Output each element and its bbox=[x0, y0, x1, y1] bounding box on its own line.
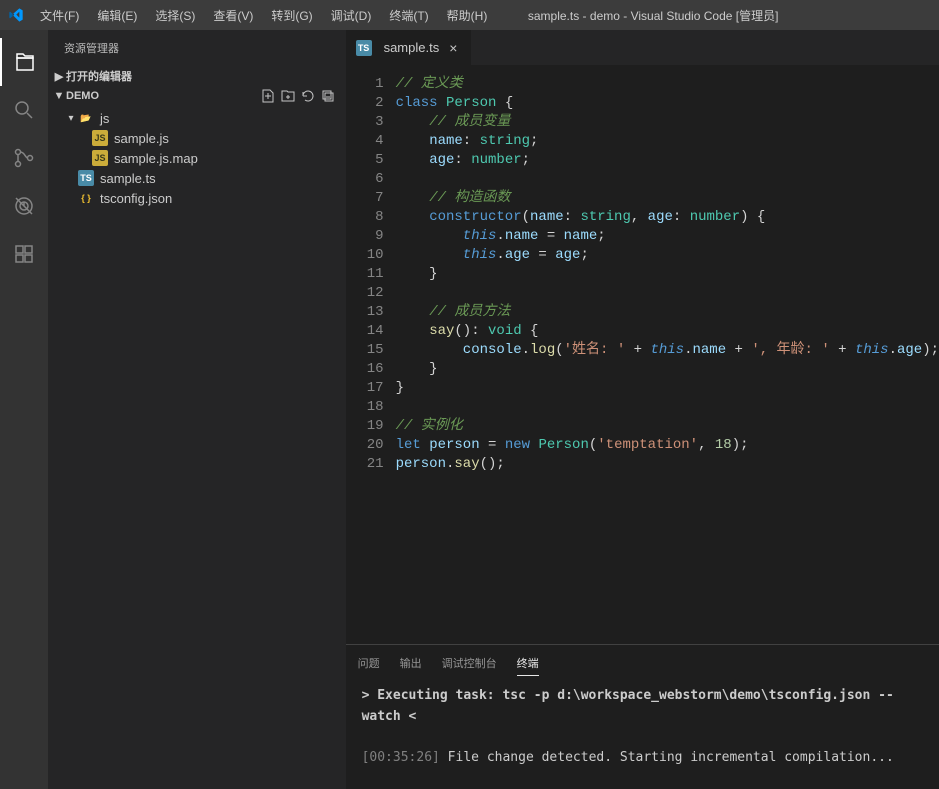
sidebar-title: 资源管理器 bbox=[48, 30, 346, 66]
tree-item-folder[interactable]: ▾📂 js bbox=[48, 108, 346, 128]
menu-item[interactable]: 转到(G) bbox=[263, 3, 320, 28]
json-file-icon: { } bbox=[78, 190, 94, 206]
ts-file-icon: TS bbox=[356, 40, 372, 56]
menu-item[interactable]: 选择(S) bbox=[147, 3, 203, 28]
new-folder-icon[interactable] bbox=[280, 88, 296, 104]
editor-tab[interactable]: TS sample.ts × bbox=[346, 30, 473, 65]
source-control-icon[interactable] bbox=[0, 134, 48, 182]
refresh-icon[interactable] bbox=[300, 88, 316, 104]
line-gutter: 123456789101112131415161718192021 bbox=[346, 65, 396, 644]
new-file-icon[interactable] bbox=[260, 88, 276, 104]
menu-item[interactable]: 帮助(H) bbox=[439, 3, 496, 28]
tree-item-json[interactable]: { } tsconfig.json bbox=[48, 188, 346, 208]
file-name: sample.js bbox=[114, 131, 169, 146]
panel-tab[interactable]: 输出 bbox=[400, 651, 422, 676]
file-tree: ▾📂 js JS sample.js JS sample.js.map TS sample.t… bbox=[48, 106, 346, 210]
menu-item[interactable]: 调试(D) bbox=[323, 3, 380, 28]
file-name: tsconfig.json bbox=[100, 191, 172, 206]
sidebar: 资源管理器 ▶ 打开的编辑器 ▼ DEMO ▾📂 js JS sample.js JS s… bbox=[48, 30, 346, 789]
panel-tab[interactable]: 终端 bbox=[517, 651, 539, 676]
file-name: sample.js.map bbox=[114, 151, 198, 166]
activity-bar bbox=[0, 30, 48, 789]
debug-icon[interactable] bbox=[0, 182, 48, 230]
tree-item-ts[interactable]: TS sample.ts bbox=[48, 168, 346, 188]
panel-tab[interactable]: 问题 bbox=[358, 651, 380, 676]
ts-file-icon: TS bbox=[78, 170, 94, 186]
editor-tabs: TS sample.ts × bbox=[346, 30, 939, 65]
menu-item[interactable]: 文件(F) bbox=[32, 3, 87, 28]
file-name: sample.ts bbox=[100, 171, 156, 186]
panel-tabs: 问题输出调试控制台终端 bbox=[346, 645, 939, 676]
menu-item[interactable]: 终端(T) bbox=[381, 3, 436, 28]
open-editors-section[interactable]: ▶ 打开的编辑器 bbox=[48, 66, 346, 86]
close-icon[interactable]: × bbox=[445, 40, 461, 56]
chevron-down-icon: ▾ bbox=[64, 113, 78, 124]
menu-bar: 文件(F)编辑(E)选择(S)查看(V)转到(G)调试(D)终端(T)帮助(H) bbox=[32, 3, 495, 28]
file-name: js bbox=[100, 111, 109, 126]
editor[interactable]: 123456789101112131415161718192021 // 定义类… bbox=[346, 65, 939, 644]
title-bar: 文件(F)编辑(E)选择(S)查看(V)转到(G)调试(D)终端(T)帮助(H)… bbox=[0, 0, 939, 30]
project-section[interactable]: ▼ DEMO bbox=[48, 86, 346, 106]
menu-item[interactable]: 查看(V) bbox=[205, 3, 261, 28]
menu-item[interactable]: 编辑(E) bbox=[89, 3, 145, 28]
collapse-all-icon[interactable] bbox=[320, 88, 336, 104]
chevron-down-icon: ▼ bbox=[52, 90, 66, 102]
chevron-right-icon: ▶ bbox=[52, 70, 66, 83]
editor-area: TS sample.ts × 123456789101112131415161718… bbox=[346, 30, 939, 789]
code-content[interactable]: // 定义类class Person { // 成员变量 name: strin… bbox=[396, 65, 939, 644]
open-editors-label: 打开的编辑器 bbox=[66, 68, 342, 84]
window-title: sample.ts - demo - Visual Studio Code [管… bbox=[495, 7, 811, 24]
vscode-logo-icon bbox=[8, 7, 24, 23]
terminal-output[interactable]: > Executing task: tsc -p d:\workspace_we… bbox=[346, 676, 939, 789]
js-file-icon: JS bbox=[92, 150, 108, 166]
tree-item-js[interactable]: JS sample.js.map bbox=[48, 148, 346, 168]
folder-icon: 📂 bbox=[78, 110, 94, 126]
bottom-panel: 问题输出调试控制台终端 > Executing task: tsc -p d:\… bbox=[346, 644, 939, 789]
extensions-icon[interactable] bbox=[0, 230, 48, 278]
panel-tab[interactable]: 调试控制台 bbox=[442, 651, 497, 676]
js-file-icon: JS bbox=[92, 130, 108, 146]
search-icon[interactable] bbox=[0, 86, 48, 134]
tab-label: sample.ts bbox=[384, 40, 440, 55]
explorer-icon[interactable] bbox=[0, 38, 48, 86]
project-name: DEMO bbox=[66, 90, 260, 102]
tree-item-js[interactable]: JS sample.js bbox=[48, 128, 346, 148]
